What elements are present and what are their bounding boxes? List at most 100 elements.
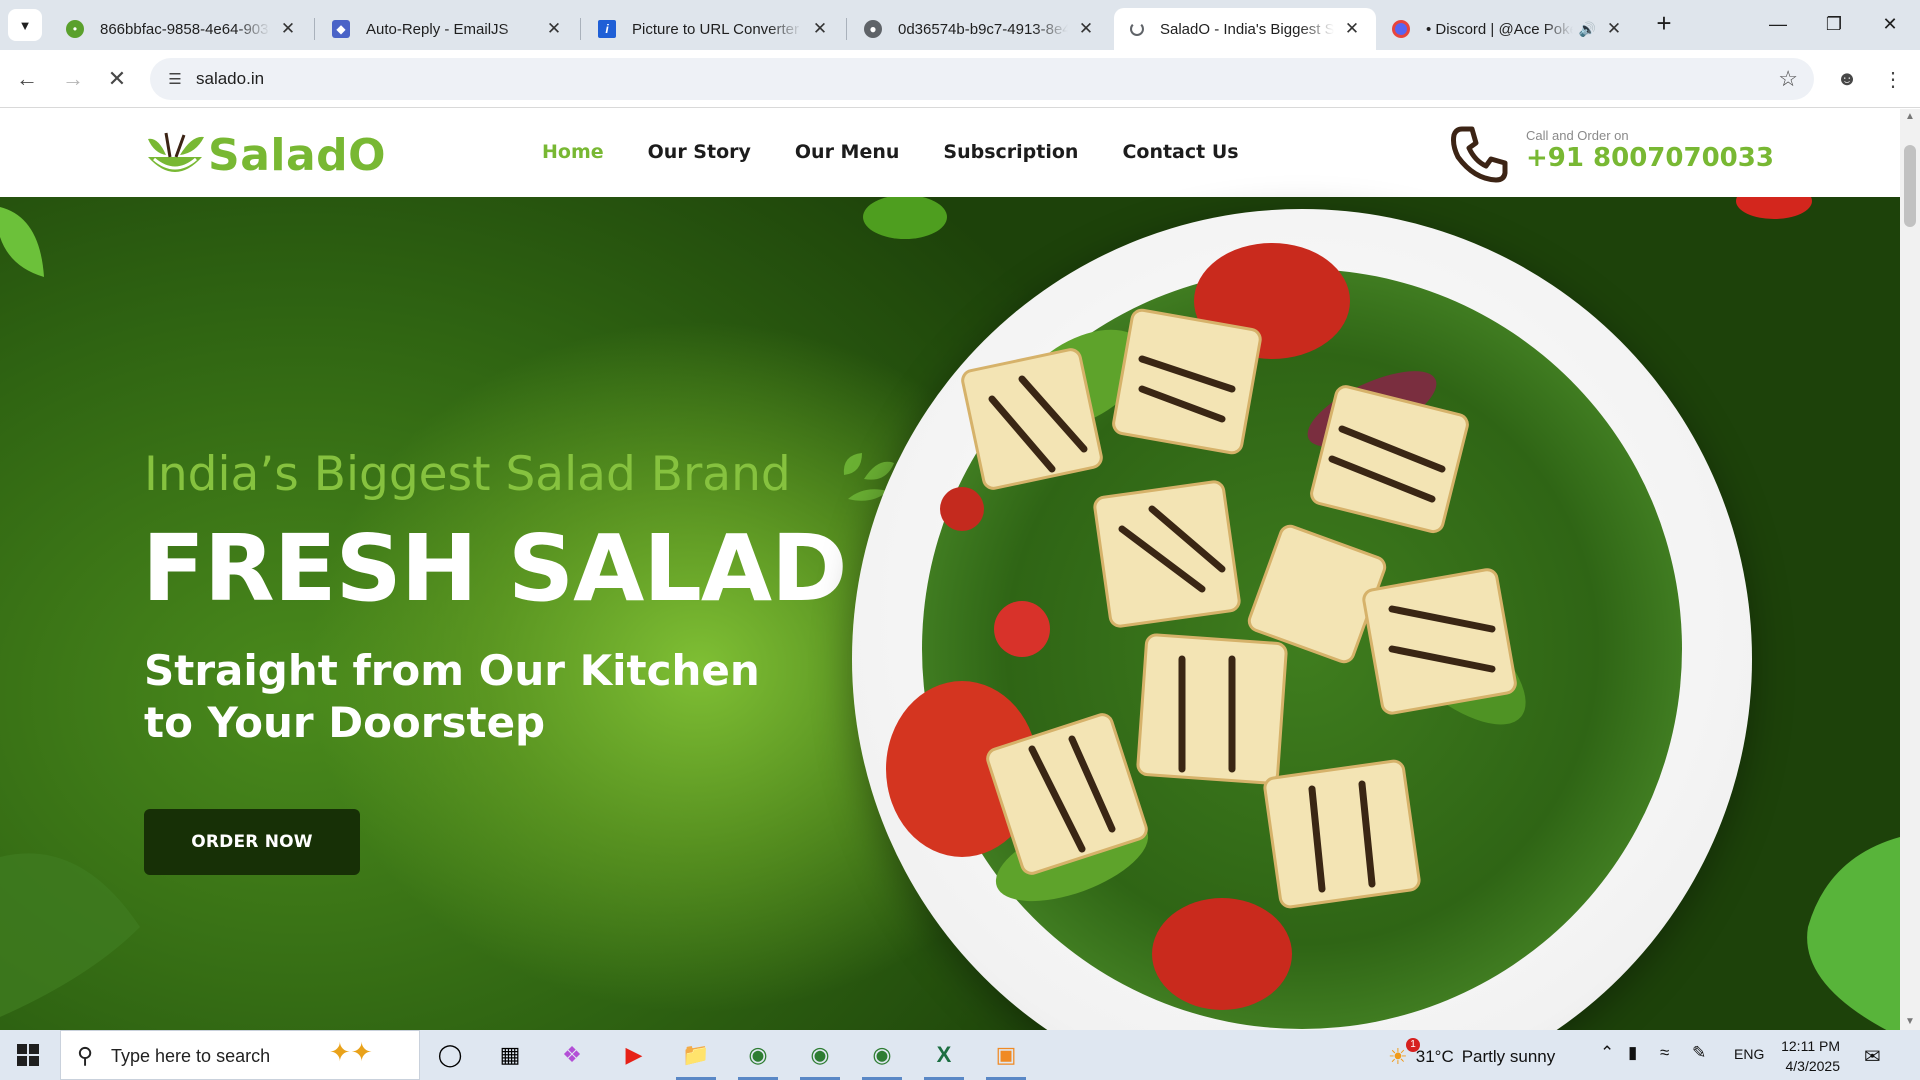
phone-icon xyxy=(1451,126,1508,183)
clock-date: 4/3/2025 xyxy=(1785,1058,1841,1074)
battery-icon[interactable]: ▮ xyxy=(1628,1043,1637,1063)
tab-title: 0d36574b-b9c7-4913-8e4 xyxy=(898,20,1068,38)
tab-title: • Discord | @Ace Poker xyxy=(1426,20,1573,38)
order-now-button[interactable]: ORDER NOW xyxy=(144,809,360,875)
close-tab-icon[interactable]: ✕ xyxy=(1604,19,1624,39)
chevron-down-icon: ▼ xyxy=(18,17,32,33)
weather-badge: 1 xyxy=(1406,1038,1420,1052)
close-tab-icon[interactable]: ✕ xyxy=(544,19,564,39)
tab-title: Auto-Reply - EmailJS xyxy=(366,20,509,38)
show-hidden-icons-icon[interactable]: ⌃ xyxy=(1600,1043,1614,1063)
main-nav: Home Our Story Our Menu Subscription Con… xyxy=(542,141,1239,163)
chrome-profile-2-icon[interactable]: ◉ xyxy=(856,1030,908,1080)
windows-logo-icon xyxy=(17,1044,39,1066)
nav-contact-us[interactable]: Contact Us xyxy=(1122,141,1238,163)
app-orange-icon[interactable]: ▣ xyxy=(980,1030,1032,1080)
close-tab-icon[interactable]: ✕ xyxy=(1076,19,1096,39)
nav-subscription[interactable]: Subscription xyxy=(943,141,1078,163)
windows-taskbar: ⚲ Type here to search ✦✦ ◯ ▦ ❖ ▶ 📁 ◉ ◉ ◉… xyxy=(0,1030,1920,1080)
profile-icon[interactable]: ☻ xyxy=(1830,62,1864,96)
arrow-right-icon: → xyxy=(62,66,84,91)
weather-sun-icon: ☀ xyxy=(1388,1044,1408,1069)
file-explorer-icon[interactable]: 📁 xyxy=(670,1030,722,1080)
scroll-thumb[interactable] xyxy=(1904,145,1916,227)
address-bar[interactable]: ☰ salado.in ☆ xyxy=(150,58,1814,100)
kebab-menu-icon[interactable]: ⋮ xyxy=(1876,62,1910,96)
weather-widget[interactable]: ☀ 1 31°C Partly sunny xyxy=(1388,1038,1556,1070)
speaker-icon[interactable]: 🔊 xyxy=(1579,21,1596,38)
search-placeholder: Type here to search xyxy=(111,1046,271,1066)
scroll-up-arrow-icon[interactable]: ▲ xyxy=(1904,111,1916,123)
weather-temp: 31°C xyxy=(1415,1047,1454,1066)
browser-toolbar: ← → ✕ ☰ salado.in ☆ ☻ ⋮ xyxy=(0,50,1920,108)
cortana-icon[interactable]: ◯ xyxy=(424,1030,476,1080)
pen-icon[interactable]: ✎ xyxy=(1692,1043,1706,1063)
close-window-button[interactable]: ✕ xyxy=(1862,0,1918,48)
taskbar-clock[interactable]: 12:11 PM 4/3/2025 xyxy=(1768,1036,1840,1076)
hero-title: FRESH SALAD xyxy=(142,515,847,622)
tab-separator xyxy=(314,18,315,40)
hero-subtitle: India’s Biggest Salad Brand xyxy=(144,447,791,502)
discord-icon xyxy=(1392,20,1410,38)
browser-tab-2[interactable]: ◆ Auto-Reply - EmailJS ✕ xyxy=(316,8,578,50)
tab-separator xyxy=(846,18,847,40)
back-button[interactable]: ← xyxy=(10,62,44,96)
site-info-icon[interactable]: ☰ xyxy=(164,68,186,90)
notification-center-icon[interactable]: ✉ xyxy=(1864,1044,1881,1069)
loading-icon xyxy=(1130,22,1144,36)
forward-button[interactable]: → xyxy=(56,62,90,96)
nav-our-menu[interactable]: Our Menu xyxy=(795,141,900,163)
tab-search-button[interactable]: ▼ xyxy=(8,9,42,41)
restore-button[interactable]: ❐ xyxy=(1806,0,1862,48)
bookmark-star-icon[interactable]: ☆ xyxy=(1778,66,1798,92)
site-header: SaladO Home Our Story Our Menu Subscript… xyxy=(0,109,1900,197)
arrow-left-icon: ← xyxy=(16,66,38,91)
taskbar-search-box[interactable]: ⚲ Type here to search ✦✦ xyxy=(60,1030,420,1080)
browser-tab-3[interactable]: i Picture to URL Converter - ✕ xyxy=(582,8,844,50)
sparkle-icon: ✦✦ xyxy=(329,1037,373,1067)
lettuce-decoration-icon xyxy=(1807,837,1900,1030)
tab-title: Picture to URL Converter - xyxy=(632,20,802,38)
tab-title: 866bbfac-9858-4e64-9036 xyxy=(100,20,270,38)
browser-tab-5[interactable]: SaladO - India's Biggest Sa ✕ xyxy=(1114,8,1376,50)
chrome-icon[interactable]: ◉ xyxy=(732,1030,784,1080)
copilot-icon[interactable]: ❖ xyxy=(546,1030,598,1080)
weather-text: Partly sunny xyxy=(1461,1047,1556,1066)
wifi-icon[interactable]: ≈ xyxy=(1660,1043,1669,1063)
chrome-profile-icon[interactable]: ◉ xyxy=(794,1030,846,1080)
leaf-decoration-icon xyxy=(0,207,44,277)
info-icon: i xyxy=(598,20,616,38)
start-button[interactable] xyxy=(0,1030,56,1080)
herb-decoration-icon xyxy=(0,853,140,1017)
language-indicator[interactable]: ENG xyxy=(1734,1046,1764,1062)
stop-loading-button[interactable]: ✕ xyxy=(100,62,134,96)
site-logo[interactable]: SaladO xyxy=(144,127,386,183)
close-tab-icon[interactable]: ✕ xyxy=(278,19,298,39)
clock-time: 12:11 PM xyxy=(1781,1038,1840,1054)
nav-home[interactable]: Home xyxy=(542,141,604,163)
minimize-button[interactable]: — xyxy=(1750,0,1806,48)
phone-number[interactable]: +91 8007070033 xyxy=(1526,143,1774,173)
close-icon: ✕ xyxy=(107,66,127,91)
browser-tabstrip: ▼ • 866bbfac-9858-4e64-9036 ✕ ◆ Auto-Rep… xyxy=(0,0,1920,50)
hero-tagline: Straight from Our Kitchen to Your Doorst… xyxy=(144,646,760,747)
close-tab-icon[interactable]: ✕ xyxy=(810,19,830,39)
browser-tab-6[interactable]: • Discord | @Ace Poker 🔊 ✕ xyxy=(1376,8,1638,50)
hero-section: India’s Biggest Salad Brand FRESH SALAD … xyxy=(0,197,1900,1030)
task-view-icon[interactable]: ▦ xyxy=(484,1030,536,1080)
excel-icon[interactable]: X xyxy=(918,1030,970,1080)
youtube-icon[interactable]: ▶ xyxy=(608,1030,660,1080)
tab-separator xyxy=(580,18,581,40)
page-scrollbar[interactable]: ▲ ▼ xyxy=(1900,109,1920,1030)
scroll-down-arrow-icon[interactable]: ▼ xyxy=(1904,1016,1916,1028)
browser-tab-1[interactable]: • 866bbfac-9858-4e64-9036 ✕ xyxy=(50,8,312,50)
tab-title: SaladO - India's Biggest Sa xyxy=(1160,20,1334,38)
browser-tab-4[interactable]: ● 0d36574b-b9c7-4913-8e4 ✕ xyxy=(848,8,1110,50)
salad-bowl-logo-icon xyxy=(148,132,204,172)
close-tab-icon[interactable]: ✕ xyxy=(1342,19,1362,39)
new-tab-button[interactable]: + xyxy=(1650,10,1678,38)
web-page: SaladO Home Our Story Our Menu Subscript… xyxy=(0,109,1900,1030)
url-text[interactable]: salado.in xyxy=(196,69,264,89)
nav-our-story[interactable]: Our Story xyxy=(648,141,751,163)
snake-icon: • xyxy=(66,20,84,38)
